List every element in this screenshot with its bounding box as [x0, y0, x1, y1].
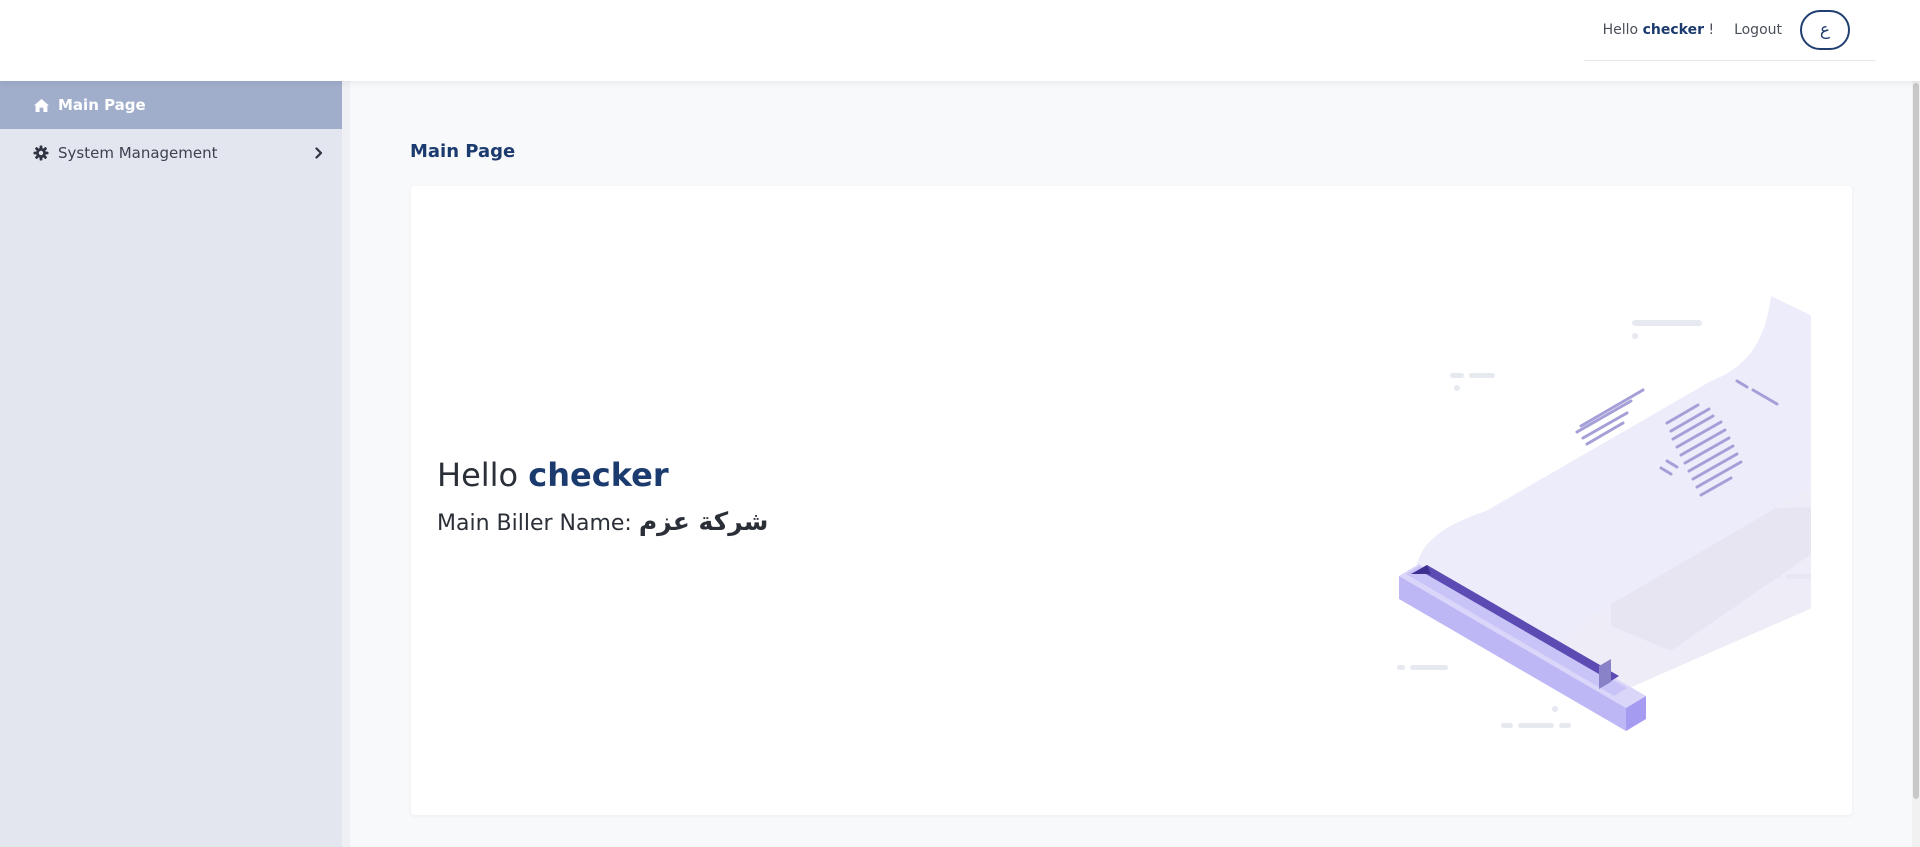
scrollbar-thumb[interactable] [1913, 83, 1919, 799]
sidebar-item-label: System Management [58, 144, 218, 162]
gear-icon [32, 144, 50, 162]
welcome-heading: Hello checker [437, 456, 669, 494]
page-scrollbar[interactable] [1912, 81, 1920, 847]
greeting-suffix: ! [1708, 22, 1715, 38]
greeting-prefix: Hello [1602, 22, 1639, 38]
sidebar-item-system-management[interactable]: System Management [0, 129, 342, 177]
sidebar-item-label: Main Page [58, 96, 146, 114]
welcome-card: Hello checker Main Biller Name: شركة عزم [411, 186, 1852, 815]
receipt-printer-illustration [1397, 296, 1811, 731]
logout-link[interactable]: Logout [1734, 22, 1782, 38]
welcome-username: checker [528, 456, 669, 494]
biller-name: شركة عزم [638, 507, 769, 536]
biller-name-line: Main Biller Name: شركة عزم [437, 507, 768, 536]
user-menu: Hello checker ! Logout ع [1584, 0, 1876, 61]
hello-prefix: Hello [437, 456, 519, 494]
page-title: Main Page [410, 141, 516, 162]
greeting-username: checker [1642, 22, 1704, 38]
user-greeting: Hello checker ! [1603, 22, 1714, 38]
biller-label: Main Biller Name: [437, 511, 632, 536]
sidebar-item-main-page[interactable]: Main Page [0, 81, 342, 129]
chevron-right-icon [314, 147, 324, 159]
home-icon [32, 96, 50, 114]
language-toggle-button[interactable]: ع [1800, 10, 1850, 50]
sidebar-divider [342, 81, 350, 847]
top-bar: Hello checker ! Logout ع [0, 0, 1920, 81]
sidebar: Main Page System Management [0, 81, 342, 847]
